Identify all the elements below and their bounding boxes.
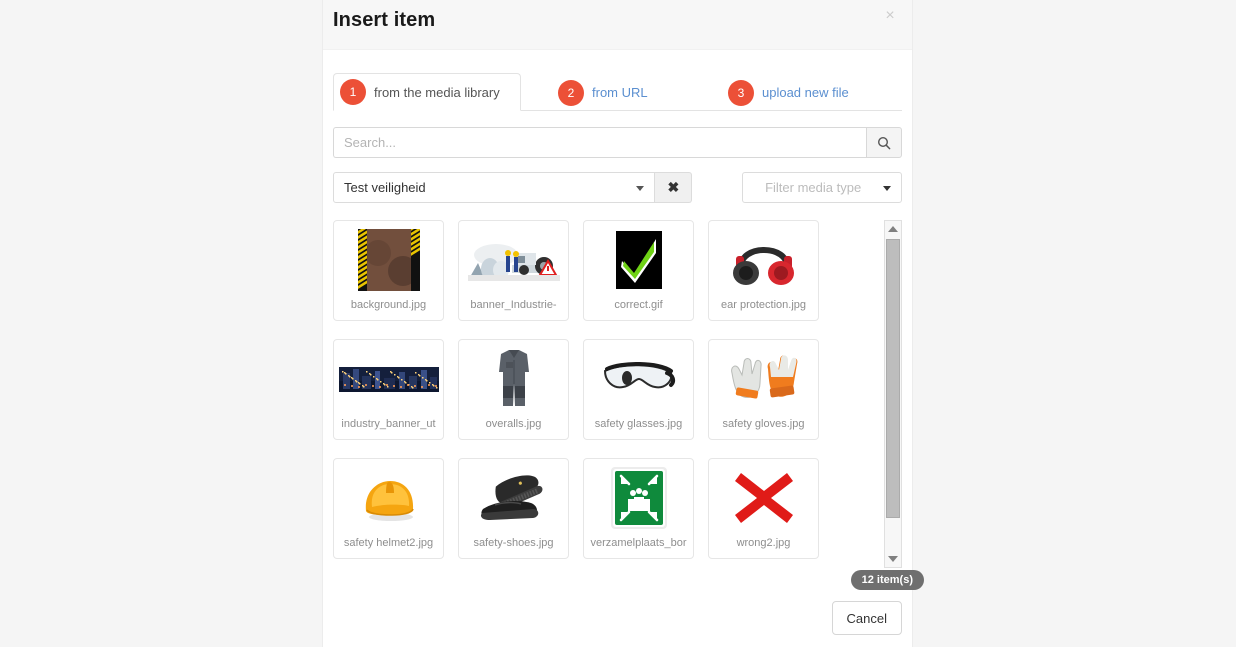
media-tile-label: banner_Industrie-	[470, 299, 557, 311]
media-tile[interactable]: industry_banner_ut	[333, 339, 444, 440]
scrollbar-thumb[interactable]	[886, 239, 900, 518]
cancel-button[interactable]: Cancel	[831, 601, 902, 635]
tab-label-upload-new-file: upload new file	[762, 85, 849, 100]
media-tile[interactable]: overalls.jpg	[458, 339, 569, 440]
tab-label-media-library: from the media library	[374, 84, 500, 100]
media-thumbnail-safety-glasses-icon	[584, 340, 693, 418]
search-icon	[877, 136, 891, 149]
triangle-down-icon	[888, 556, 898, 562]
category-select[interactable]: Test veiligheid	[333, 172, 656, 203]
media-thumbnail-overalls-icon	[459, 340, 568, 418]
media-tile[interactable]: verzamelplaats_bor	[583, 458, 694, 559]
media-tile-label: background.jpg	[350, 299, 427, 311]
dialog-footer: Cancel	[333, 601, 902, 635]
tab-from-url[interactable]: 2 from URL	[558, 74, 648, 111]
triangle-up-icon	[888, 226, 898, 232]
media-thumbnail-banner-industry-icon	[459, 221, 568, 299]
media-tile-label: safety gloves.jpg	[722, 418, 805, 430]
media-tile-label: verzamelplaats_bor	[590, 537, 687, 549]
media-thumbnail-safety-shoes-icon	[459, 459, 568, 537]
tab-number-badge-2: 2	[558, 79, 584, 106]
tab-number-badge-1: 1	[340, 79, 366, 105]
media-tile-label: overalls.jpg	[485, 418, 542, 430]
close-icon[interactable]: ×	[880, 6, 900, 26]
filter-row: Test veiligheid ✖ Filter media type	[333, 172, 902, 203]
media-gallery: background.jpg banner_Industrie- correct…	[333, 220, 924, 590]
search-button[interactable]	[866, 127, 902, 158]
media-tile-label: safety helmet2.jpg	[343, 537, 434, 549]
scroll-down-button[interactable]	[885, 551, 901, 567]
dialog-header: Insert item ×	[323, 0, 912, 50]
media-thumbnail-industry-banner-icon	[334, 340, 443, 418]
media-tile[interactable]: correct.gif	[583, 220, 694, 321]
tab-from-media-library[interactable]: 1 from the media library	[333, 73, 521, 111]
media-thumbnail-ear-protection-icon	[709, 221, 818, 299]
media-thumbnail-wrong-cross-icon	[709, 459, 818, 537]
gallery-scrollbar[interactable]	[884, 220, 902, 568]
chevron-down-icon	[883, 185, 891, 191]
media-type-select[interactable]: Filter media type	[742, 172, 902, 203]
media-tile-label: ear protection.jpg	[721, 299, 806, 311]
media-tile[interactable]: safety helmet2.jpg	[333, 458, 444, 559]
media-tile-label: wrong2.jpg	[736, 537, 791, 549]
media-tile[interactable]: background.jpg	[333, 220, 444, 321]
scroll-up-button[interactable]	[885, 221, 901, 237]
insert-item-dialog: Insert item × 1 from the media library 2…	[323, 0, 924, 647]
item-count-badge: 12 item(s)	[850, 570, 924, 590]
media-tile[interactable]: ear protection.jpg	[708, 220, 819, 321]
media-thumbnail-safety-gloves-icon	[709, 340, 818, 418]
media-gallery-viewport: background.jpg banner_Industrie- correct…	[333, 220, 880, 568]
media-tile-label: industry_banner_ut	[341, 418, 436, 430]
page-title: Insert item	[333, 9, 436, 31]
tab-panel-media-library: Test veiligheid ✖ Filter media type	[323, 127, 924, 590]
media-tile[interactable]: wrong2.jpg	[708, 458, 819, 559]
media-thumbnail-safety-helmet-icon	[334, 459, 443, 537]
clear-category-button[interactable]: ✖	[655, 172, 693, 203]
chevron-down-icon	[636, 185, 645, 191]
media-tile[interactable]: safety glasses.jpg	[583, 339, 694, 440]
media-tile[interactable]: safety-shoes.jpg	[458, 458, 569, 559]
tab-label-from-url: from URL	[592, 85, 648, 100]
scrollbar-track[interactable]	[886, 239, 900, 549]
media-tile-label: safety-shoes.jpg	[473, 537, 554, 549]
media-tile-label: correct.gif	[614, 299, 663, 311]
media-thumbnail-correct-check-icon	[584, 221, 693, 299]
media-type-select-value: Filter media type	[765, 180, 862, 195]
tab-bar: 1 from the media library 2 from URL 3 up…	[323, 62, 912, 111]
search-input[interactable]	[333, 127, 866, 158]
media-thumbnail-assembly-point-sign-icon	[584, 459, 693, 537]
media-thumbnail-background-icon	[334, 221, 443, 299]
category-select-value: Test veiligheid	[344, 180, 426, 195]
tab-upload-new-file[interactable]: 3 upload new file	[728, 74, 849, 111]
media-tile[interactable]: banner_Industrie-	[458, 220, 569, 321]
search-row	[333, 127, 902, 158]
media-tile[interactable]: safety gloves.jpg	[708, 339, 819, 440]
media-grid: background.jpg banner_Industrie- correct…	[333, 220, 880, 568]
tab-number-badge-3: 3	[728, 79, 754, 106]
media-tile-label: safety glasses.jpg	[594, 418, 683, 430]
